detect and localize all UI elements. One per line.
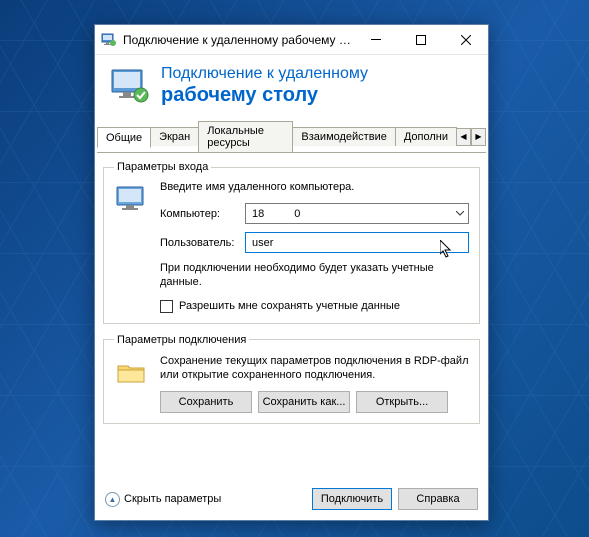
minimize-button[interactable] (353, 25, 398, 54)
computer-label: Компьютер: (160, 208, 245, 220)
header-title-line1: Подключение к удаленному (161, 65, 368, 83)
computer-combobox[interactable]: 18xxxx0 (245, 203, 469, 224)
username-input[interactable] (245, 232, 469, 253)
dialog-header: Подключение к удаленному рабочему столу (95, 55, 488, 121)
window-title: Подключение к удаленному рабочему с... (123, 33, 353, 47)
hide-options-label: Скрыть параметры (124, 493, 221, 505)
tab-experience[interactable]: Взаимодействие (292, 127, 395, 146)
conn-group-legend: Параметры подключения (114, 334, 249, 346)
tab-advanced[interactable]: Дополни (395, 127, 457, 146)
open-button[interactable]: Открыть... (356, 391, 448, 413)
user-label: Пользователь: (160, 237, 245, 249)
allow-save-label: Разрешить мне сохранять учетные данные (179, 300, 400, 312)
rdp-dialog-window: Подключение к удаленному рабочему с... П… (94, 24, 489, 521)
save-as-button[interactable]: Сохранить как... (258, 391, 350, 413)
conn-description: Сохранение текущих параметров подключени… (160, 354, 469, 384)
tab-strip: Общие Экран Локальные ресурсы Взаимодейс… (97, 121, 486, 153)
close-button[interactable] (443, 25, 488, 54)
save-button[interactable]: Сохранить (160, 391, 252, 413)
login-instruction: Введите имя удаленного компьютера. (160, 181, 469, 193)
hide-options-link[interactable]: ▲ Скрыть параметры (105, 492, 221, 507)
login-settings-group: Параметры входа Введите имя удаленного к… (103, 161, 480, 324)
tab-scroll-left[interactable]: ◀ (456, 128, 471, 146)
dialog-footer: ▲ Скрыть параметры Подключить Справка (95, 480, 488, 520)
login-group-legend: Параметры входа (114, 161, 211, 173)
computer-icon (114, 181, 150, 313)
help-button[interactable]: Справка (398, 488, 478, 510)
connect-button[interactable]: Подключить (312, 488, 392, 510)
connection-settings-group: Параметры подключения Сохранение текущих… (103, 334, 480, 425)
folder-icon (114, 354, 150, 414)
maximize-button[interactable] (398, 25, 443, 54)
tab-scroll-right[interactable]: ▶ (471, 128, 486, 146)
chevron-down-icon[interactable] (451, 204, 468, 223)
titlebar: Подключение к удаленному рабочему с... (95, 25, 488, 55)
tab-display[interactable]: Экран (150, 127, 199, 146)
app-icon (101, 32, 117, 48)
header-title-line2: рабочему столу (161, 84, 368, 107)
allow-save-checkbox[interactable] (160, 300, 173, 313)
computer-value: 18xxxx0 (246, 208, 451, 220)
tab-local-resources[interactable]: Локальные ресурсы (198, 121, 293, 152)
tab-general[interactable]: Общие (97, 127, 151, 148)
credentials-note: При подключении необходимо будет указать… (160, 261, 469, 290)
collapse-arrow-icon: ▲ (105, 492, 120, 507)
rdp-header-icon (109, 65, 151, 107)
